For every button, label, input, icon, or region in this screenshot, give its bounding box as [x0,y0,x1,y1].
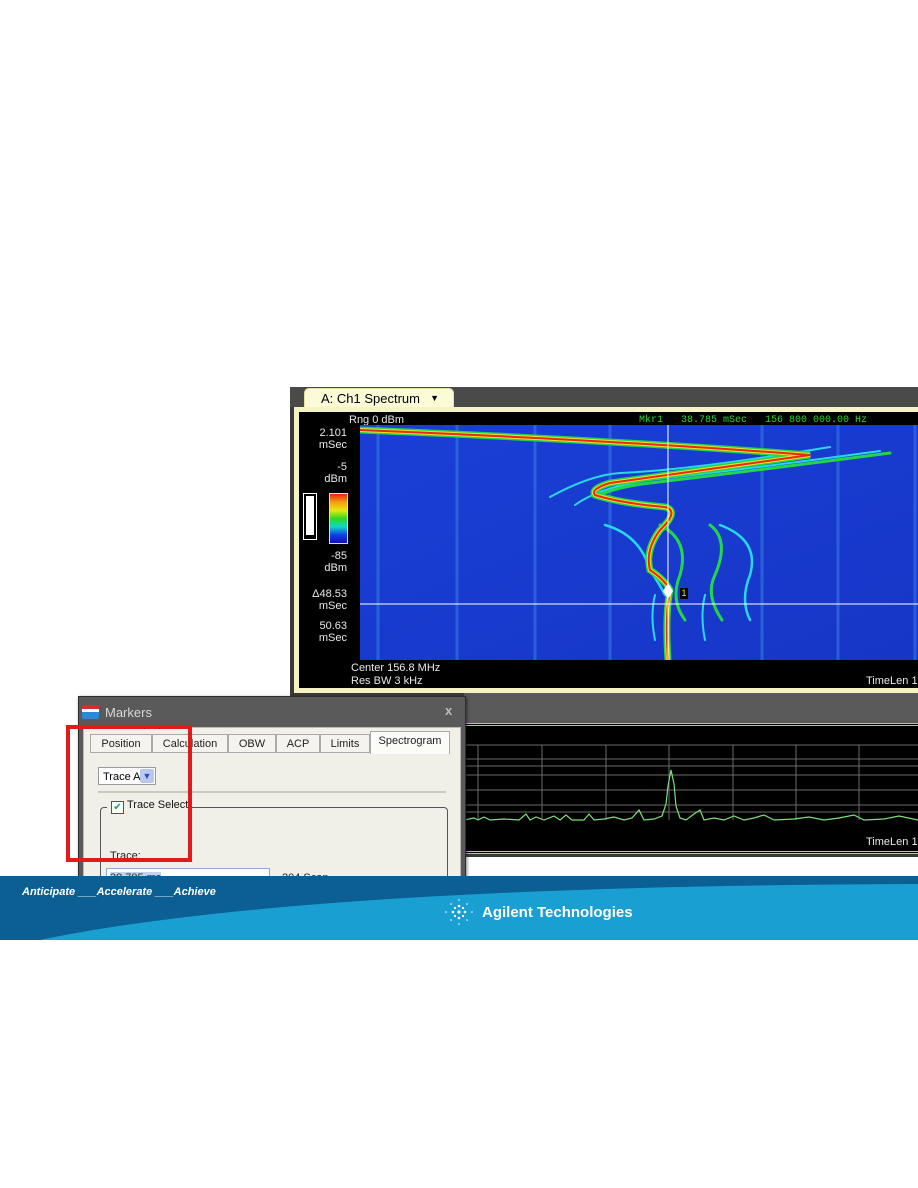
grid-lines [464,744,918,820]
spectrogram-plot[interactable] [360,425,918,660]
dialog-title: Markers [105,705,152,720]
markers-app-icon [82,705,99,719]
dropdown-arrow-icon[interactable]: ▼ [430,389,439,408]
dialog-titlebar[interactable]: Markers x [79,697,465,727]
scale-top-value: -5 [337,461,347,473]
bottom-time-unit: mSec [318,632,347,644]
scale-bottom-value: -85 [331,550,347,562]
delta-time-value: Δ48.53 [312,588,347,600]
color-scale-slider[interactable] [303,493,317,540]
delta-time-unit: mSec [318,600,347,612]
top-time-value: 2.101 [319,427,347,439]
tab-acp[interactable]: ACP [276,734,320,753]
center-frequency-label: Center 156.8 MHz [351,662,441,674]
tab-obw[interactable]: OBW [228,734,276,753]
trace-panel: TimeLen 1 [464,723,918,854]
brand-name: Agilent Technologies [482,904,633,921]
agilent-logo-icon [445,899,473,925]
scale-top-unit: dBm [324,473,347,485]
pane-divider [464,693,918,723]
tab-label: A: Ch1 Spectrum [321,391,420,406]
tab-spectrogram[interactable]: Spectrogram [370,731,450,754]
tab-ch1-spectrum[interactable]: A: Ch1 Spectrum ▼ [304,388,454,407]
color-scale-bar [329,493,348,544]
marker-number-label: 1 [680,588,688,599]
trace-timelen-label: TimeLen 1 [866,836,918,848]
tab-limits[interactable]: Limits [320,734,370,753]
highlight-box [66,725,192,862]
spectrogram-panel: Rng 0 dBm Mkr1 38.785 mSec 156 800 000.0… [299,412,918,688]
top-time-unit: mSec [318,439,347,451]
res-bw-label: Res BW 3 kHz [351,675,423,687]
close-icon[interactable]: x [445,703,452,718]
trace-plot[interactable] [464,744,918,824]
scale-bottom-unit: dBm [324,562,347,574]
bottom-time-value: 50.63 [319,620,347,632]
tagline: Anticipate ___Accelerate ___Achieve [22,886,216,898]
timelen-label: TimeLen 1 [866,675,918,687]
